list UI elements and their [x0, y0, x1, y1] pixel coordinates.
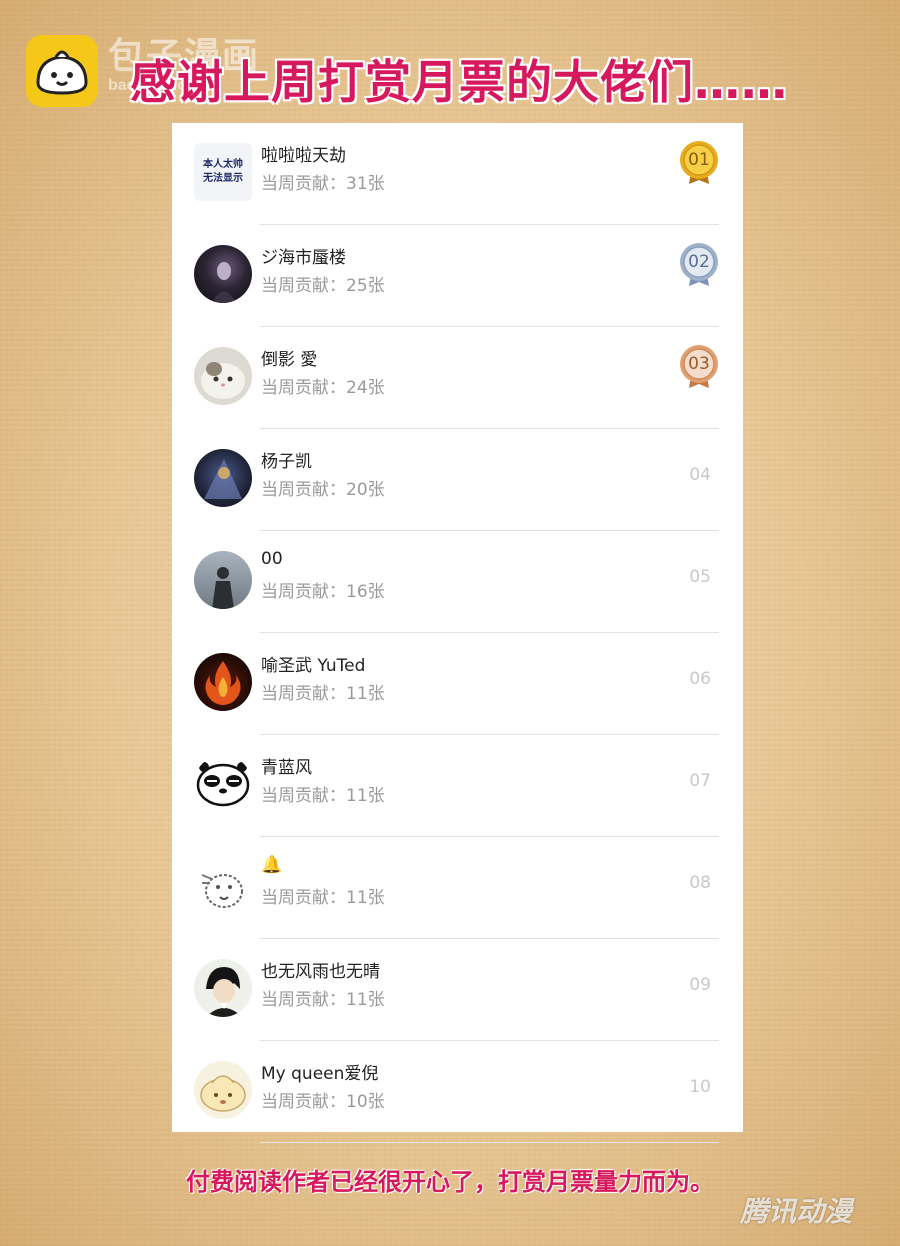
- knight-avatar-icon: [194, 551, 252, 609]
- list-item: ジ海市蜃楼 当周贡献：25张 02: [172, 225, 743, 327]
- list-item: 🔔 当周贡献：11张 08: [172, 837, 743, 939]
- list-item: 倒影 愛 当周贡献：24张 03: [172, 327, 743, 429]
- bun-avatar-icon: [194, 1061, 252, 1119]
- brand-watermark: 腾讯动漫: [740, 1195, 853, 1228]
- contribution: 当周贡献：11张: [261, 684, 385, 704]
- rank-number: 09: [689, 975, 711, 995]
- contribution: 当周贡献：16张: [261, 582, 385, 602]
- contribution: 当周贡献：10张: [261, 1092, 385, 1112]
- list-item: 也无风雨也无晴 当周贡献：11张 09: [172, 939, 743, 1041]
- user-name: 🔔: [261, 855, 283, 875]
- contribution: 当周贡献：20张: [261, 480, 385, 500]
- user-name: 00: [261, 549, 283, 569]
- list-item: My queen爱倪 当周贡献：10张 10: [172, 1041, 743, 1143]
- list-item: 杨子凯 当周贡献：20张 04: [172, 429, 743, 531]
- fire-avatar-icon: [194, 653, 252, 711]
- cat-avatar-icon: [194, 347, 252, 405]
- user-name: 喻圣武 YuTed: [261, 656, 366, 676]
- user-name: 杨子凯: [261, 452, 312, 472]
- list-item: 本人太帅 无法显示 啦啦啦天劫 当周贡献：31张 01: [172, 123, 743, 225]
- dark-figure-avatar-icon: [194, 245, 252, 303]
- list-item: 喻圣武 YuTed 当周贡献：11张 06: [172, 633, 743, 735]
- contribution: 当周贡献：11张: [261, 888, 385, 908]
- rank-number: 06: [689, 669, 711, 689]
- sketch-avatar-icon: [194, 857, 252, 915]
- divider: [260, 1142, 719, 1143]
- list-item: 00 当周贡献：16张 05: [172, 531, 743, 633]
- list-item: 青蓝风 当周贡献：11张 07: [172, 735, 743, 837]
- contribution: 当周贡献：11张: [261, 786, 385, 806]
- rank-number: 04: [689, 465, 711, 485]
- contribution: 当周贡献：11张: [261, 990, 385, 1010]
- silver-medal-icon: 02: [679, 242, 719, 288]
- panda-avatar-icon: [194, 755, 252, 813]
- rank-number: 10: [689, 1077, 711, 1097]
- leaderboard-panel: 本人太帅 无法显示 啦啦啦天劫 当周贡献：31张 01 ジ海市蜃楼 当周贡献：2…: [172, 123, 743, 1143]
- contribution: 当周贡献：31张: [261, 174, 385, 194]
- page-title: 感谢上周打赏月票的大佬们……: [130, 55, 788, 109]
- rank-number: 08: [689, 873, 711, 893]
- contribution: 当周贡献：24张: [261, 378, 385, 398]
- rank-number: 07: [689, 771, 711, 791]
- user-name: My queen爱倪: [261, 1064, 379, 1084]
- user-name: 青蓝风: [261, 758, 312, 778]
- rank-number: 05: [689, 567, 711, 587]
- anime-boy-avatar-icon: [194, 959, 252, 1017]
- rank-number: 03: [688, 354, 710, 374]
- user-name: ジ海市蜃楼: [261, 248, 346, 268]
- text-avatar-icon: 本人太帅 无法显示: [194, 143, 252, 201]
- warrior-avatar-icon: [194, 449, 252, 507]
- bun-face-logo-icon: [26, 35, 98, 107]
- rank-number: 01: [688, 150, 710, 170]
- user-name: 也无风雨也无晴: [261, 962, 380, 982]
- user-name: 倒影 愛: [261, 350, 318, 370]
- bronze-medal-icon: 03: [679, 344, 719, 390]
- user-name: 啦啦啦天劫: [261, 146, 346, 166]
- avatar-text: 本人太帅 无法显示: [203, 159, 243, 184]
- rank-number: 02: [688, 252, 710, 272]
- contribution: 当周贡献：25张: [261, 276, 385, 296]
- gold-medal-icon: 01: [679, 140, 719, 186]
